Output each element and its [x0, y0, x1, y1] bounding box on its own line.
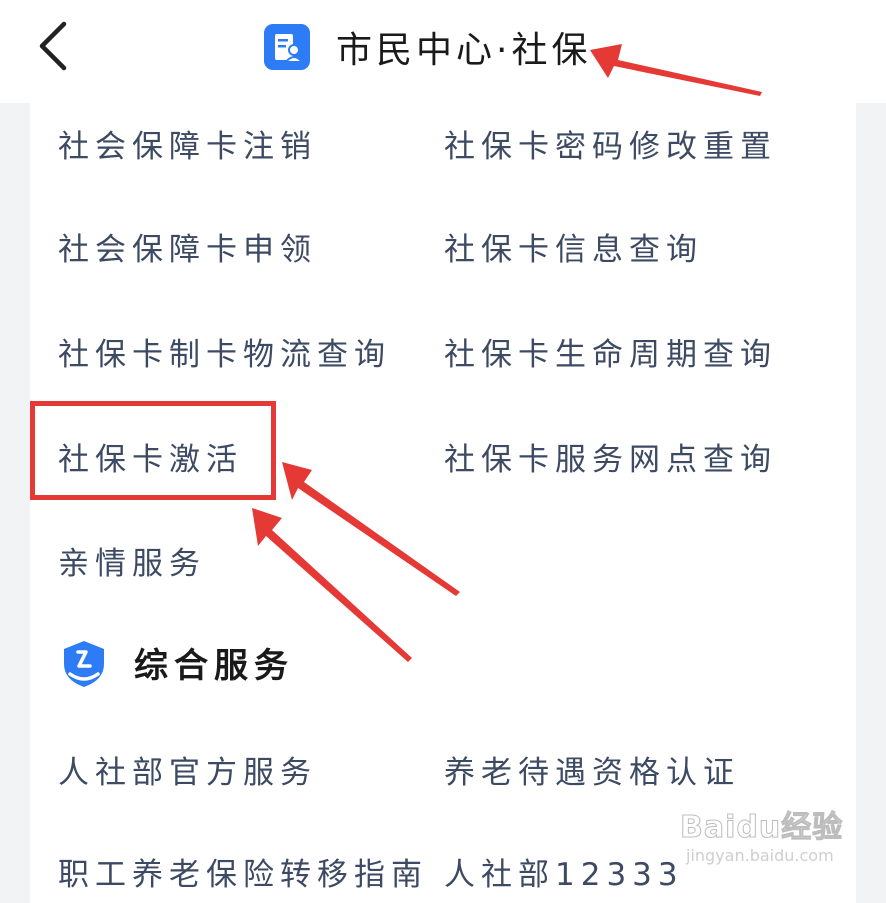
service-item[interactable]: 社会保障卡注销	[58, 127, 317, 167]
service-item[interactable]: 社保卡制卡物流查询	[58, 335, 391, 375]
highlight-box	[30, 401, 276, 500]
watermark-url: jingyan.baidu.com	[686, 846, 834, 865]
service-item[interactable]: 社保卡密码修改重置	[444, 127, 777, 167]
top-bar: 市民中心·社保	[0, 0, 886, 103]
service-item[interactable]: 人社部官方服务	[58, 753, 317, 793]
watermark-brand: Baidu经验	[679, 810, 844, 846]
person-shield-icon	[64, 641, 104, 687]
id-card-icon	[264, 24, 310, 70]
service-item[interactable]: 人社部12333	[444, 855, 684, 895]
service-item[interactable]: 养老待遇资格认证	[444, 753, 740, 793]
service-item[interactable]: 社保卡生命周期查询	[444, 335, 777, 375]
service-item[interactable]: 社保卡信息查询	[444, 230, 703, 270]
service-item[interactable]: 社会保障卡申领	[58, 230, 317, 270]
watermark: Baidu经验 jingyan.baidu.com	[679, 796, 880, 876]
service-list-card: 社会保障卡注销 社保卡密码修改重置 社会保障卡申领 社保卡信息查询 社保卡制卡物…	[30, 103, 856, 903]
page-title: 市民中心·社保	[264, 22, 591, 72]
back-button[interactable]	[30, 18, 80, 74]
service-item[interactable]: 亲情服务	[58, 544, 206, 584]
section-title: 综合服务	[134, 646, 294, 686]
service-item[interactable]: 社保卡服务网点查询	[444, 440, 777, 480]
service-item[interactable]: 职工养老保险转移指南	[58, 855, 428, 895]
chevron-left-icon	[39, 21, 67, 71]
page-title-text: 市民中心·社保	[336, 30, 592, 71]
